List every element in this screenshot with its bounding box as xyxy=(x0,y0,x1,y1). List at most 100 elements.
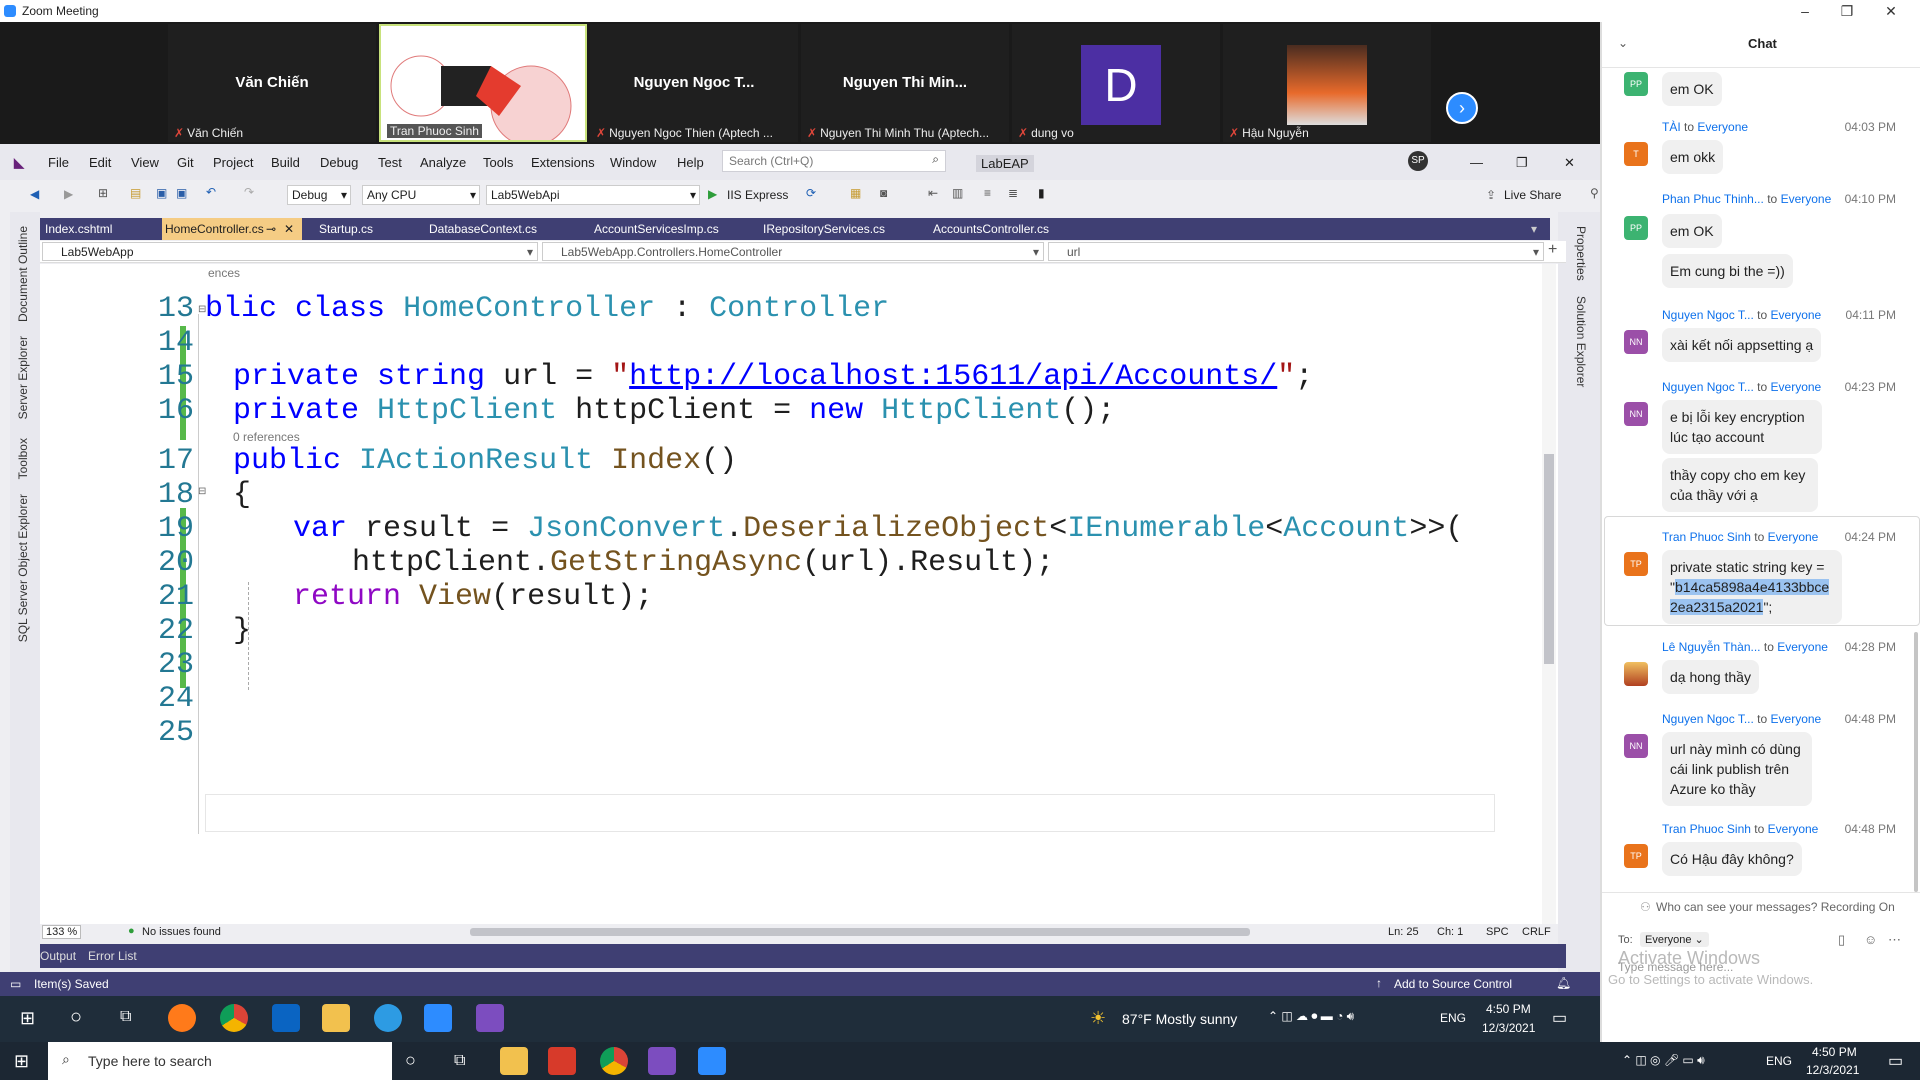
menu-build[interactable]: Build xyxy=(271,155,300,170)
participant-tile[interactable]: Văn Chiến ✗ Văn Chiến xyxy=(168,24,376,142)
chrome-icon[interactable] xyxy=(220,1004,248,1032)
notifications-icon[interactable]: 🔔︎ xyxy=(1556,976,1571,990)
visual-studio-icon[interactable] xyxy=(476,1004,504,1032)
add-to-source-control-button[interactable]: Add to Source Control xyxy=(1394,977,1512,991)
pin-icon[interactable]: ⊸ xyxy=(266,222,276,236)
participant-tile[interactable]: D ✗ dung vo xyxy=(1012,24,1220,142)
visual-studio-icon[interactable] xyxy=(648,1047,676,1075)
open-folder-icon[interactable]: ▤ xyxy=(130,186,141,200)
weather-text[interactable]: 87°F Mostly sunny xyxy=(1122,1011,1237,1027)
minimize-icon[interactable]: – xyxy=(1782,0,1828,22)
chrome-icon[interactable] xyxy=(600,1047,628,1075)
cortana-icon[interactable]: ○ xyxy=(405,1050,416,1071)
zoom-icon[interactable] xyxy=(698,1047,726,1075)
code-editor[interactable]: ences ⊟ ⊟ 13 blic class HomeController :… xyxy=(40,264,1558,924)
zoom-icon[interactable] xyxy=(424,1004,452,1032)
menu-window[interactable]: Window xyxy=(610,155,656,170)
forward-icon[interactable]: ▶ xyxy=(64,187,73,201)
toolbox-tab[interactable]: Toolbox xyxy=(16,438,30,479)
save-all-icon[interactable]: ▣ xyxy=(176,186,187,200)
run-target-button[interactable]: IIS Express xyxy=(727,188,788,202)
menu-tools[interactable]: Tools xyxy=(483,155,513,170)
clock-time[interactable]: 4:50 PM xyxy=(1486,1002,1531,1016)
participant-tile[interactable]: ✗ Hậu Nguyễn xyxy=(1223,24,1431,142)
menu-debug[interactable]: Debug xyxy=(320,155,358,170)
tray-icons[interactable]: ⌃ ◫ ☁ ⏺ ▬ ◔ 🔊︎ xyxy=(1268,1009,1354,1024)
properties-tab[interactable]: Properties xyxy=(1574,226,1588,281)
sql-object-explorer-tab[interactable]: SQL Server Object Explorer xyxy=(16,494,30,642)
language-indicator[interactable]: ENG xyxy=(1766,1054,1792,1068)
vs-search-input[interactable]: Search (Ctrl+Q) ⌕ xyxy=(722,150,946,172)
format-icon[interactable]: ⇤ xyxy=(928,186,938,200)
user-avatar[interactable]: SP xyxy=(1408,151,1428,171)
clock-date[interactable]: 12/3/2021 xyxy=(1806,1063,1859,1077)
feedback-icon[interactable]: ⚲ xyxy=(1590,186,1599,200)
file-icon[interactable]: ▯ xyxy=(1838,932,1845,948)
screenshot-icon[interactable]: ◙ xyxy=(880,186,887,200)
menu-help[interactable]: Help xyxy=(677,155,704,170)
recipient-dropdown[interactable]: Everyone ⌄ xyxy=(1640,932,1709,947)
comment-icon[interactable]: ≡ xyxy=(984,186,991,200)
horizontal-scrollbar[interactable] xyxy=(470,928,1250,936)
solution-explorer-tab[interactable]: Solution Explorer xyxy=(1574,296,1588,387)
document-outline-tab[interactable]: Document Outline xyxy=(16,226,30,322)
save-icon[interactable]: ▣ xyxy=(156,186,167,200)
office-icon[interactable] xyxy=(548,1047,576,1075)
firefox-icon[interactable] xyxy=(168,1004,196,1032)
tab-accountscontroller-cs[interactable]: AccountsController.cs xyxy=(930,218,1052,240)
refresh-icon[interactable]: ⟳ xyxy=(806,186,816,200)
tab-irepositoryservices-cs[interactable]: IRepositoryServices.cs xyxy=(760,218,888,240)
windows-start-icon[interactable]: ⊞ xyxy=(20,1008,35,1029)
tab-homecontroller-cs[interactable]: HomeController.cs ⊸ ✕ xyxy=(162,218,302,240)
privacy-note[interactable]: Who can see your messages? Recording On xyxy=(1656,900,1895,914)
project-nav-dropdown[interactable]: Lab5WebApp ▾ xyxy=(42,242,538,261)
task-view-icon[interactable]: ⧉ xyxy=(120,1008,131,1026)
cortana-icon[interactable]: ○ xyxy=(70,1006,82,1029)
startup-project-dropdown[interactable]: Lab5WebApi ▾ xyxy=(486,185,700,205)
emoji-icon[interactable]: ☺ xyxy=(1864,932,1877,947)
collapse-icon[interactable]: ⊟ xyxy=(198,486,206,497)
participant-tile-active[interactable]: Tran Phuoc Sinh xyxy=(379,24,587,142)
codelens-references[interactable]: ences xyxy=(208,266,240,280)
redo-icon[interactable]: ↷ xyxy=(244,185,254,199)
undo-icon[interactable]: ↶ xyxy=(206,185,216,199)
menu-file[interactable]: File xyxy=(48,155,69,170)
platform-dropdown[interactable]: Any CPU ▾ xyxy=(362,185,480,205)
back-icon[interactable]: ◀ xyxy=(30,187,39,201)
more-icon[interactable]: ⋯ xyxy=(1888,932,1901,948)
restore-icon[interactable]: ❐ xyxy=(1824,0,1870,22)
notification-icon[interactable]: ▭ xyxy=(1888,1051,1903,1071)
taskbar-search-box[interactable]: ⌕ Type here to search xyxy=(48,1042,392,1080)
server-explorer-tab[interactable]: Server Explorer xyxy=(16,336,30,419)
tab-accountservicesimp-cs[interactable]: AccountServicesImp.cs xyxy=(591,218,722,240)
vertical-scrollbar[interactable] xyxy=(1542,264,1556,924)
clock-time[interactable]: 4:50 PM xyxy=(1812,1045,1857,1059)
task-view-icon[interactable]: ⧉ xyxy=(454,1052,465,1070)
participant-tile[interactable]: Nguyen Thi Min... ✗ Nguyen Thi Minh Thu (… xyxy=(801,24,1009,142)
tab-startup-cs[interactable]: Startup.cs xyxy=(316,218,376,240)
edge-icon[interactable] xyxy=(374,1004,402,1032)
split-editor-icon[interactable]: + xyxy=(1548,241,1557,259)
menu-edit[interactable]: Edit xyxy=(89,155,111,170)
outlook-icon[interactable] xyxy=(272,1004,300,1032)
new-item-icon[interactable]: ⊞ xyxy=(98,186,108,200)
configuration-dropdown[interactable]: Debug ▾ xyxy=(287,185,351,205)
close-icon[interactable]: ✕ xyxy=(1868,0,1914,22)
live-share-button[interactable]: Live Share xyxy=(1504,188,1561,202)
menu-project[interactable]: Project xyxy=(213,155,253,170)
minimize-icon[interactable]: — xyxy=(1470,155,1483,170)
file-explorer-icon[interactable] xyxy=(500,1047,528,1075)
menu-analyze[interactable]: Analyze xyxy=(420,155,466,170)
play-icon[interactable]: ▶ xyxy=(708,187,717,201)
restore-icon[interactable]: ❐ xyxy=(1516,155,1528,171)
bookmark-icon[interactable]: ▮ xyxy=(1038,186,1045,200)
member-nav-dropdown[interactable]: url ▾ xyxy=(1048,242,1544,261)
class-nav-dropdown[interactable]: Lab5WebApp.Controllers.HomeController ▾ xyxy=(542,242,1044,261)
menu-extensions[interactable]: Extensions xyxy=(531,155,595,170)
action-center-icon[interactable]: ▭ xyxy=(1552,1008,1567,1028)
tab-overflow-icon[interactable]: ▾ xyxy=(1528,218,1540,240)
tab-error-list[interactable]: Error List xyxy=(88,949,137,963)
tray-icons[interactable]: ⌃ ◫ ◎ 🎤︎ ▭ 🔊︎ xyxy=(1622,1053,1705,1068)
zoom-level-dropdown[interactable]: 133 % xyxy=(42,925,82,939)
tab-databasecontext-cs[interactable]: DatabaseContext.cs xyxy=(426,218,540,240)
